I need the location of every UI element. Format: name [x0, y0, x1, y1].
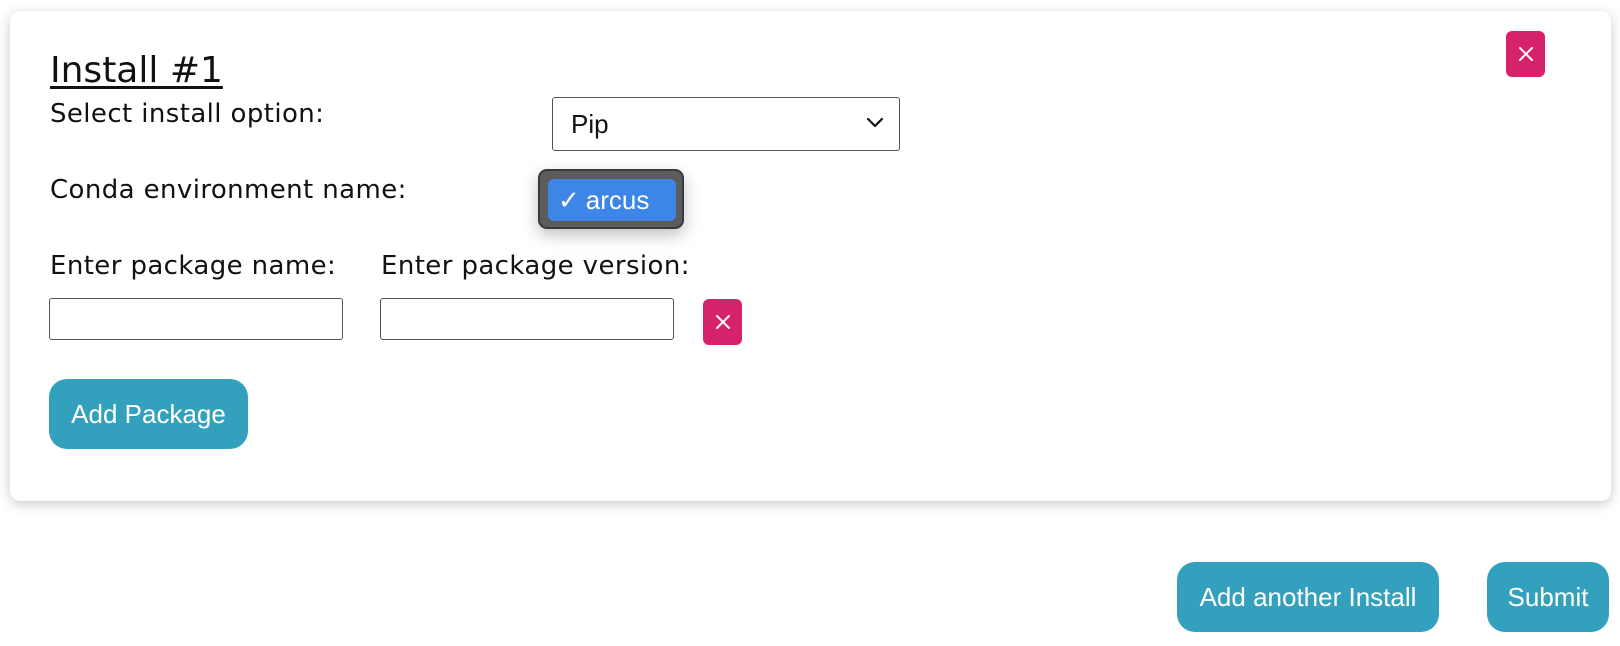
install-title: Install #1 [50, 50, 223, 91]
package-name-label: Enter package name: [50, 251, 337, 281]
conda-env-option-label: arcus [585, 184, 650, 215]
remove-package-button[interactable] [703, 299, 742, 345]
submit-button[interactable]: Submit [1487, 562, 1609, 632]
conda-env-option[interactable]: ✓ arcus [548, 179, 676, 221]
add-another-install-button[interactable]: Add another Install [1177, 562, 1439, 632]
checkmark-icon: ✓ [558, 184, 580, 215]
package-version-input[interactable] [380, 298, 674, 340]
add-package-button[interactable]: Add Package [49, 379, 248, 449]
package-name-input[interactable] [49, 298, 343, 340]
package-version-label: Enter package version: [381, 251, 690, 281]
close-icon [715, 315, 730, 329]
conda-env-label: Conda environment name: [50, 175, 407, 205]
chevron-down-icon [866, 117, 884, 128]
conda-env-dropdown[interactable]: ✓ arcus [538, 169, 684, 229]
remove-install-button[interactable] [1506, 31, 1545, 77]
install-option-label: Select install option: [50, 99, 325, 129]
close-icon [1518, 47, 1533, 61]
install-option-value: Pip [571, 108, 609, 139]
install-option-select[interactable]: Pip [552, 97, 900, 151]
install-card: Install #1 Select install option: Pip Co… [10, 11, 1611, 501]
